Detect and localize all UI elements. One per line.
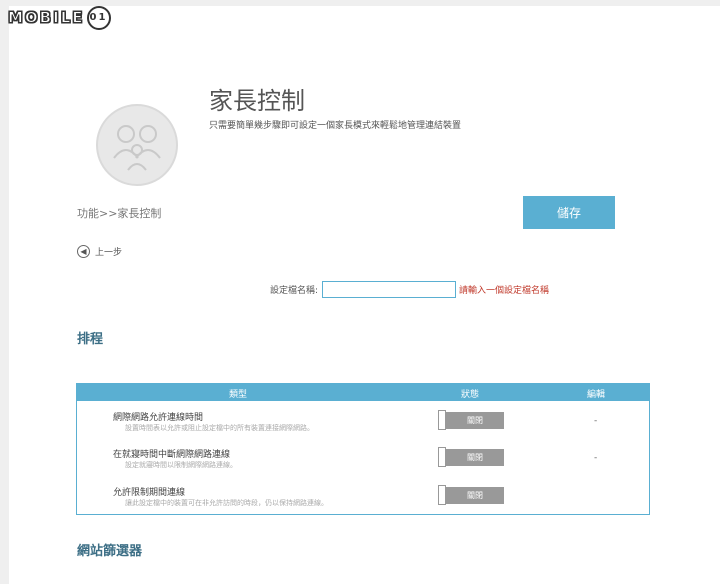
status-toggle[interactable]: 關閉	[438, 447, 504, 467]
table-row: 在就寢時間中斷網際網路連線 設定就寢時間以限制網際網路連線。 關閉 -	[77, 447, 649, 481]
row-name: 網際網路允許連線時間	[113, 413, 204, 423]
schedule-section-title: 排程	[77, 332, 104, 347]
schedule-table: 類型 狀態 編輯 網際網路允許連線時間 設置時間表以允許或阻止設定檔中的所有裝置…	[76, 383, 650, 515]
family-icon	[96, 104, 178, 186]
table-row: 允許限制期間連線 讓此設定檔中的裝置可在非允許訪問的時段，仍以保持網路連線。 關…	[77, 485, 649, 519]
breadcrumb: 功能>>家長控制	[77, 207, 162, 220]
toggle-knob	[438, 410, 446, 430]
row-name: 在就寢時間中斷網際網路連線	[113, 450, 231, 460]
profile-name-label: 設定檔名稱:	[270, 286, 319, 296]
page-subtitle: 只需要簡單幾步驟即可設定一個家長模式來輕鬆地管理連結裝置	[209, 121, 462, 131]
website-filter-section-title: 網站篩選器	[77, 544, 143, 559]
page-title: 家長控制	[209, 87, 305, 115]
toggle-knob	[438, 485, 446, 505]
back-link[interactable]: ◀ 上一步	[77, 245, 122, 258]
schedule-table-header: 類型 狀態 編輯	[77, 384, 649, 401]
watermark-text: MOBILE	[8, 8, 85, 27]
col-edit: 編輯	[587, 390, 606, 400]
watermark-badge: 01	[86, 6, 111, 30]
col-status: 狀態	[461, 390, 480, 400]
row-desc: 設置時間表以允許或阻止設定檔中的所有裝置連接網際網路。	[125, 424, 314, 432]
save-button[interactable]: 儲存	[523, 196, 615, 229]
watermark-logo: MOBILE 01	[8, 6, 111, 30]
profile-name-input[interactable]	[322, 281, 457, 298]
back-label: 上一步	[95, 248, 123, 258]
status-toggle[interactable]: 關閉	[438, 410, 504, 430]
row-desc: 讓此設定檔中的裝置可在非允許訪問的時段，仍以保持網路連線。	[125, 499, 328, 507]
toggle-label: 關閉	[446, 487, 504, 504]
profile-name-error: 請輸入一個設定檔名稱	[459, 286, 550, 296]
toggle-label: 關閉	[446, 412, 504, 429]
status-toggle[interactable]: 關閉	[438, 485, 504, 505]
col-type: 類型	[229, 390, 248, 400]
back-arrow-icon: ◀	[77, 245, 90, 258]
toggle-knob	[438, 447, 446, 467]
toggle-label: 關閉	[446, 449, 504, 466]
row-desc: 設定就寢時間以限制網際網路連線。	[125, 461, 237, 469]
edit-cell[interactable]: -	[594, 453, 597, 463]
row-name: 允許限制期間連線	[113, 488, 186, 498]
profile-name-row: 設定檔名稱: 請輸入一個設定檔名稱	[270, 281, 549, 298]
table-row: 網際網路允許連線時間 設置時間表以允許或阻止設定檔中的所有裝置連接網際網路。 關…	[77, 410, 649, 444]
edit-cell[interactable]: -	[594, 416, 597, 426]
